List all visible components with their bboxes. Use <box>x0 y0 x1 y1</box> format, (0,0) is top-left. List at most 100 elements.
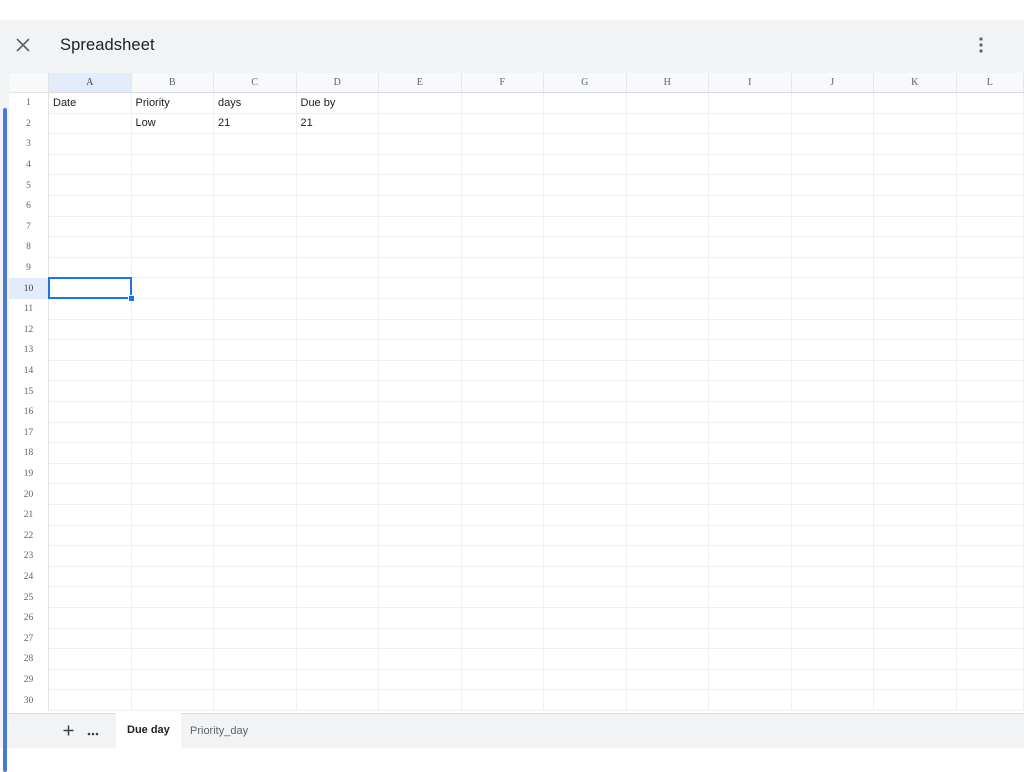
cell[interactable] <box>379 690 462 711</box>
cell[interactable] <box>874 320 957 341</box>
row-header[interactable]: 29 <box>9 670 49 691</box>
cell[interactable] <box>709 546 792 567</box>
cell[interactable] <box>874 443 957 464</box>
cell[interactable] <box>132 526 215 547</box>
cell[interactable] <box>297 278 380 299</box>
cell[interactable] <box>792 567 875 588</box>
cell[interactable] <box>462 629 545 650</box>
cell[interactable] <box>544 484 627 505</box>
cell[interactable] <box>462 690 545 711</box>
cell[interactable] <box>957 175 1024 196</box>
cell[interactable] <box>49 402 132 423</box>
cell[interactable] <box>957 567 1024 588</box>
cell[interactable] <box>874 526 957 547</box>
cell[interactable] <box>297 567 380 588</box>
cell[interactable] <box>379 443 462 464</box>
cell[interactable] <box>627 134 710 155</box>
cell[interactable] <box>544 423 627 444</box>
cell[interactable] <box>132 237 215 258</box>
cell[interactable] <box>874 567 957 588</box>
row-header[interactable]: 27 <box>9 629 49 650</box>
cell[interactable] <box>462 443 545 464</box>
cell[interactable] <box>49 134 132 155</box>
cell[interactable] <box>462 381 545 402</box>
cell[interactable] <box>874 155 957 176</box>
row-header[interactable]: 14 <box>9 361 49 382</box>
row-header[interactable]: 12 <box>9 320 49 341</box>
cell[interactable] <box>792 423 875 444</box>
cell[interactable] <box>874 484 957 505</box>
cell[interactable] <box>709 361 792 382</box>
cell[interactable] <box>214 464 297 485</box>
cell[interactable] <box>214 608 297 629</box>
cell[interactable] <box>709 278 792 299</box>
cell[interactable] <box>462 464 545 485</box>
cell[interactable] <box>709 320 792 341</box>
cell[interactable] <box>132 340 215 361</box>
cell[interactable] <box>379 258 462 279</box>
cell[interactable] <box>462 320 545 341</box>
row-header[interactable]: 9 <box>9 258 49 279</box>
cell[interactable] <box>214 690 297 711</box>
cell[interactable] <box>627 217 710 238</box>
row-header[interactable]: 28 <box>9 649 49 670</box>
cell[interactable] <box>792 608 875 629</box>
cell[interactable] <box>297 258 380 279</box>
column-header[interactable]: B <box>132 73 215 93</box>
cell[interactable] <box>132 443 215 464</box>
cell[interactable] <box>297 175 380 196</box>
cell[interactable] <box>379 114 462 135</box>
cell[interactable] <box>462 505 545 526</box>
cell[interactable] <box>379 608 462 629</box>
cell[interactable] <box>627 320 710 341</box>
cell[interactable] <box>874 587 957 608</box>
sheet-tab[interactable]: Due day <box>116 713 181 749</box>
cell[interactable] <box>462 423 545 444</box>
cell[interactable] <box>627 423 710 444</box>
cell[interactable] <box>49 670 132 691</box>
cell[interactable] <box>957 587 1024 608</box>
cell[interactable] <box>792 361 875 382</box>
cell[interactable] <box>627 237 710 258</box>
cell[interactable] <box>132 670 215 691</box>
cell[interactable] <box>874 299 957 320</box>
cell[interactable] <box>132 649 215 670</box>
row-header[interactable]: 5 <box>9 175 49 196</box>
cell[interactable] <box>49 464 132 485</box>
cell[interactable] <box>297 690 380 711</box>
cell[interactable] <box>627 526 710 547</box>
cell[interactable] <box>214 258 297 279</box>
cell[interactable] <box>297 443 380 464</box>
cell[interactable] <box>627 340 710 361</box>
row-header[interactable]: 11 <box>9 299 49 320</box>
sheet-tab[interactable]: Priority_day <box>179 713 259 749</box>
cell[interactable] <box>214 340 297 361</box>
cell[interactable] <box>792 629 875 650</box>
cell[interactable] <box>874 608 957 629</box>
cell[interactable] <box>214 649 297 670</box>
cell[interactable] <box>132 587 215 608</box>
cell[interactable] <box>462 299 545 320</box>
cell[interactable] <box>627 587 710 608</box>
cell[interactable] <box>297 134 380 155</box>
cell[interactable] <box>627 505 710 526</box>
cell[interactable] <box>627 299 710 320</box>
cell[interactable] <box>709 505 792 526</box>
cell[interactable] <box>297 587 380 608</box>
cell[interactable] <box>544 134 627 155</box>
cell[interactable] <box>957 340 1024 361</box>
cell[interactable] <box>214 175 297 196</box>
cell[interactable] <box>874 381 957 402</box>
cell[interactable] <box>544 443 627 464</box>
cell[interactable] <box>709 196 792 217</box>
cell[interactable] <box>627 196 710 217</box>
cell[interactable] <box>462 484 545 505</box>
cell[interactable] <box>49 526 132 547</box>
column-header[interactable]: H <box>627 73 710 93</box>
cell[interactable] <box>297 196 380 217</box>
cell[interactable] <box>49 361 132 382</box>
cell[interactable] <box>379 423 462 444</box>
cell[interactable] <box>49 587 132 608</box>
cell[interactable] <box>132 484 215 505</box>
cell[interactable] <box>379 217 462 238</box>
